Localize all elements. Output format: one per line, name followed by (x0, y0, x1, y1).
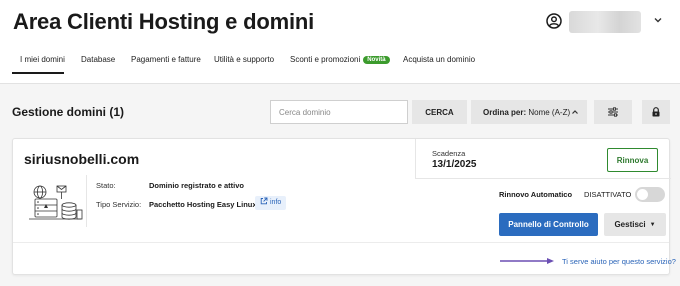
page: Area Clienti Hosting e domini I miei dom… (0, 0, 680, 286)
tab-sconti-label: Sconti e promozioni (290, 55, 361, 64)
service-type-value: Pacchetto Hosting Easy Linux (149, 200, 257, 209)
search-button[interactable]: CERCA (412, 100, 467, 124)
tab-utilita-e-supporto[interactable]: Utilità e supporto (214, 55, 274, 64)
external-link-icon (260, 197, 268, 205)
chevron-down-icon[interactable] (653, 15, 663, 25)
chevron-up-icon (572, 110, 578, 114)
domain-name: siriusnobelli.com (24, 151, 140, 167)
auto-renew-toggle[interactable] (635, 187, 665, 202)
tab-sconti-e-promozioni[interactable]: Sconti e promozioni Novità (290, 55, 390, 64)
service-type-label: Tipo Servizio: (96, 200, 142, 209)
section-title: Gestione domini (1) (12, 105, 125, 119)
new-badge: Novità (363, 56, 390, 64)
sort-dropdown[interactable]: Ordina per: Nome (A-Z) (471, 100, 587, 124)
control-panel-button[interactable]: Pannello di Controllo (499, 213, 598, 236)
user-name-redacted[interactable] (569, 11, 641, 33)
search-domain-input[interactable] (270, 100, 408, 124)
auto-renew-status: DISATTIVATO (584, 190, 632, 199)
page-title: Area Clienti Hosting e domini (13, 9, 315, 34)
service-info-link[interactable]: info (255, 196, 287, 210)
header: Area Clienti Hosting e domini I miei dom… (0, 0, 680, 84)
expiry-date: 13/1/2025 (432, 159, 477, 170)
tab-database[interactable]: Database (81, 55, 115, 64)
sort-prefix: Ordina per: (483, 107, 527, 117)
lock-icon (652, 107, 660, 117)
info-chip-label: info (270, 199, 282, 206)
auto-renew-label: Rinnovo Automatico (499, 190, 573, 199)
sort-value: Nome (A-Z) (528, 107, 571, 117)
renew-button[interactable]: Rinnova (607, 148, 658, 172)
lock-button[interactable] (642, 100, 670, 124)
active-tab-underline (12, 72, 64, 74)
tab-acquista-un-dominio[interactable]: Acquista un dominio (403, 55, 475, 64)
filter-button[interactable] (594, 100, 632, 124)
tab-pagamenti-e-fatture[interactable]: Pagamenti e fatture (131, 55, 201, 64)
domain-card: siriusnobelli.com Scadenza 13/1/2025 Rin… (12, 138, 676, 275)
vertical-divider (86, 175, 87, 227)
tab-i-miei-domini[interactable]: I miei domini (20, 55, 65, 64)
hosting-server-icon (29, 185, 83, 220)
arrow-right-icon (500, 258, 554, 264)
toggle-knob (637, 189, 648, 200)
help-link[interactable]: Ti serve aiuto per questo servizio? (562, 257, 676, 266)
caret-down-icon: ▼ (649, 222, 656, 228)
sliders-icon (608, 107, 618, 117)
card-divider (13, 242, 669, 243)
expiry-label: Scadenza (432, 149, 466, 158)
manage-label: Gestisci (614, 220, 646, 229)
status-value: Dominio registrato e attivo (149, 181, 245, 190)
manage-dropdown-button[interactable]: Gestisci ▼ (604, 213, 666, 236)
user-account-icon[interactable] (546, 13, 562, 29)
nav-tabs: I miei domini Database Pagamenti e fattu… (0, 50, 680, 84)
status-label: Stato: (96, 181, 116, 190)
